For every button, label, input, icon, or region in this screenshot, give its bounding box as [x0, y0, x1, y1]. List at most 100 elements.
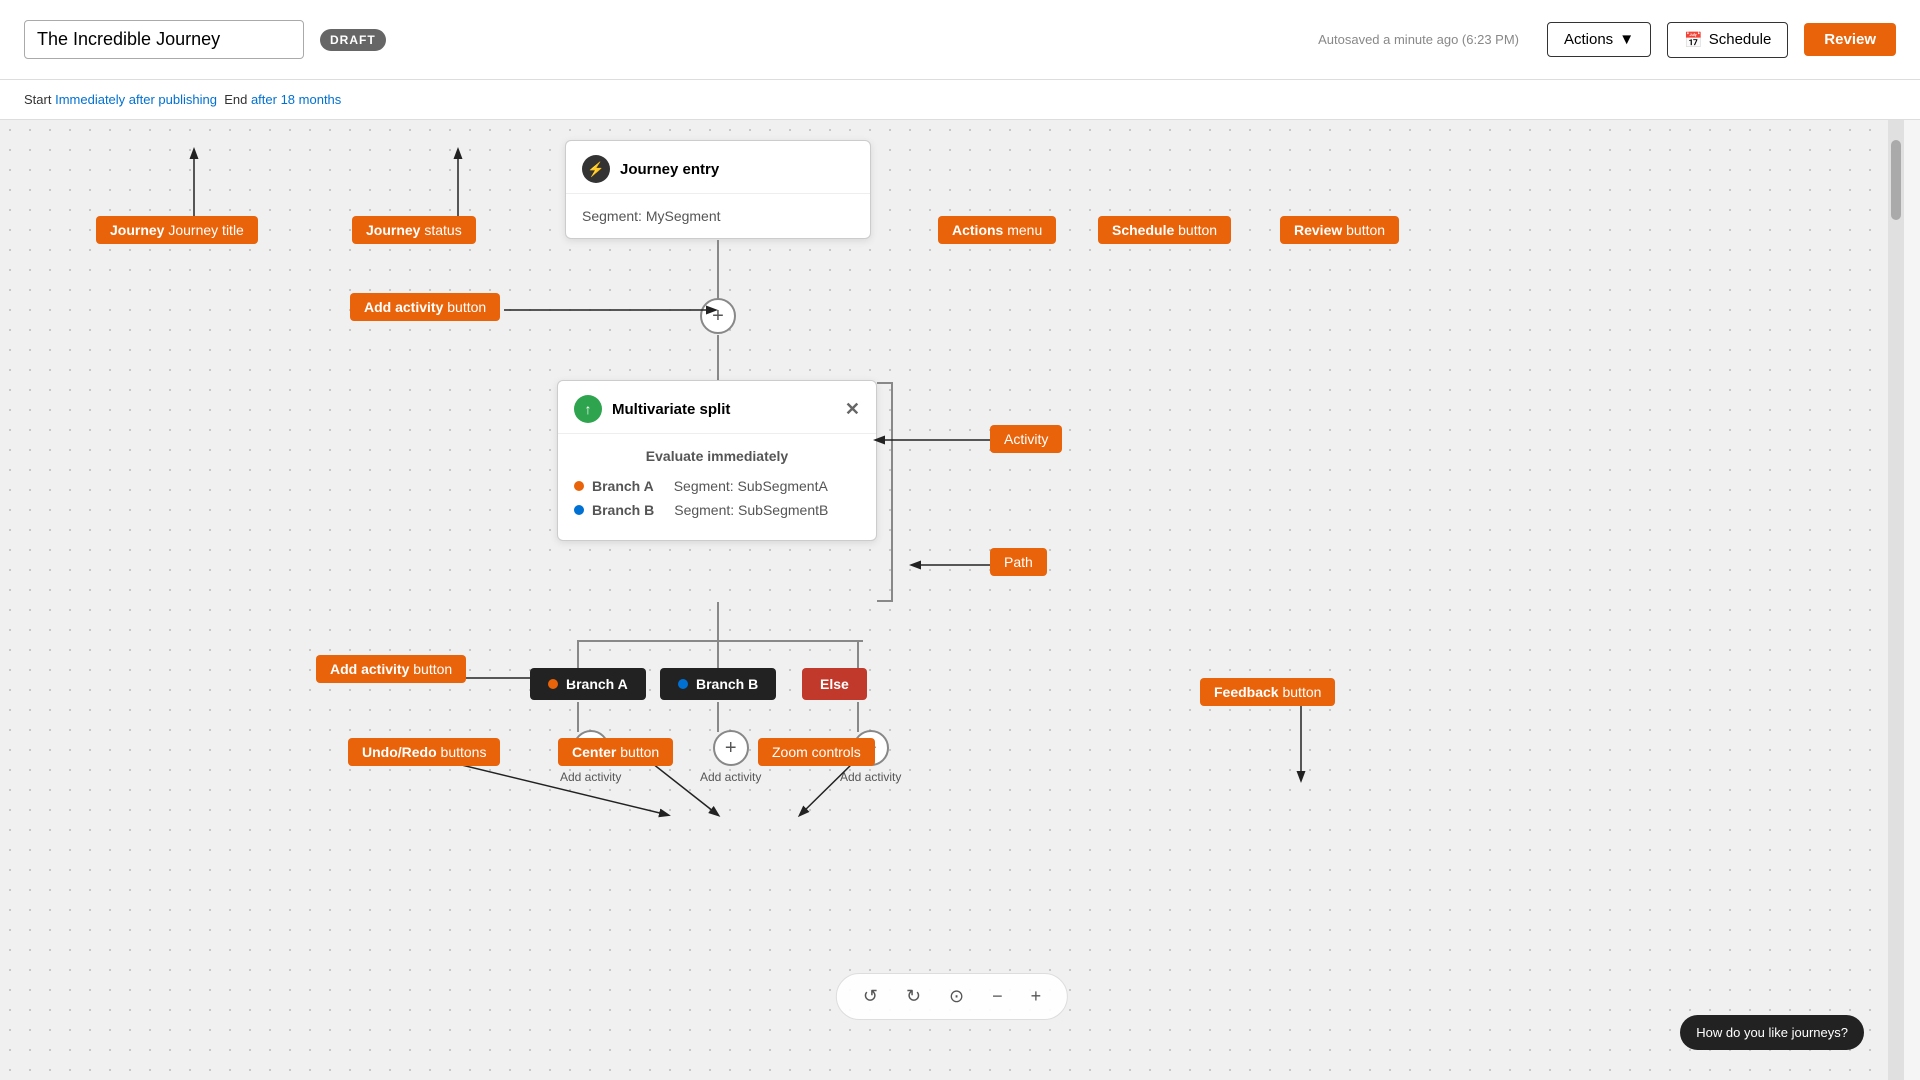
journey-entry-segment: Segment: MySegment [582, 208, 721, 224]
branch-a-tag-label: Branch A [566, 676, 628, 692]
schedule-label: Schedule [1709, 31, 1772, 48]
aa-top-text: button [447, 299, 486, 315]
connector-v-b [717, 640, 719, 670]
aa-bot-text: button [413, 661, 452, 677]
card-header: ⚡ Journey entry [566, 141, 870, 194]
multivariate-card: ↑ Multivariate split ✕ Evaluate immediat… [557, 380, 877, 541]
split-icon: ↑ [585, 401, 592, 417]
evaluate-label: Evaluate immediately [574, 448, 860, 464]
scrollbar[interactable] [1888, 120, 1904, 1080]
add-label-b: Add activity [700, 770, 761, 784]
aa-bot-bold: Add activity [330, 661, 409, 677]
branch-a-dot [574, 481, 584, 491]
feedback-tooltip[interactable]: How do you like journeys? [1680, 1015, 1864, 1050]
add-circle-top[interactable]: + [700, 298, 736, 334]
zoom-annotation: Zoom controls [758, 738, 875, 766]
end-link[interactable]: after 18 months [251, 92, 341, 107]
schedule-button[interactable]: 📅 Schedule [1667, 22, 1788, 58]
journey-title-annotation: Journey Journey title [96, 216, 258, 244]
connector-v-else [857, 640, 859, 670]
multivariate-header: ↑ Multivariate split ✕ [558, 381, 876, 434]
redo-button[interactable]: ↻ [900, 982, 927, 1011]
add-activity-top-btn[interactable]: + [700, 298, 736, 334]
am-bold: Actions [952, 222, 1003, 238]
zoom-in-button[interactable]: + [1025, 982, 1048, 1011]
journey-status-annotation: Journey status [352, 216, 476, 244]
connector-h [577, 640, 863, 642]
connector-split [717, 602, 719, 642]
branch-b-segment: Segment: SubSegmentB [674, 502, 828, 518]
close-icon[interactable]: ✕ [845, 399, 860, 420]
branch-b-tag[interactable]: Branch B [660, 668, 776, 700]
center-button[interactable]: ⊙ [943, 982, 970, 1011]
add-label-a: Add activity [560, 770, 621, 784]
sb-text: button [1178, 222, 1217, 238]
aa-top-bold: Add activity [364, 299, 443, 315]
draft-badge: DRAFT [320, 29, 386, 51]
calendar-icon: 📅 [1684, 31, 1703, 49]
add-activity-bottom-annotation: Add activity button [316, 655, 466, 683]
branch-b-dot [574, 505, 584, 515]
js-text: status [424, 222, 461, 238]
journey-entry-icon: ⚡ [582, 155, 610, 183]
activity-annotation: Activity [990, 425, 1062, 453]
else-tag[interactable]: Else [802, 668, 867, 700]
canvas-toolbar: ↺ ↻ ⊙ − + [836, 973, 1068, 1020]
center-btn-annotation: Center button [558, 738, 673, 766]
fb-bold: Feedback [1214, 684, 1279, 700]
else-label: Else [820, 676, 849, 692]
canvas: ⚡ Journey entry Segment: MySegment + ↑ M… [0, 120, 1904, 1080]
zoom-text: Zoom controls [772, 744, 861, 760]
add-circle-b[interactable]: + [713, 730, 749, 766]
fb-text: button [1282, 684, 1321, 700]
start-label: Start [24, 92, 51, 107]
cb-bold: Center [572, 744, 616, 760]
actions-chevron-icon: ▼ [1619, 31, 1634, 48]
cv-a2 [577, 702, 579, 732]
journey-entry-title: Journey entry [620, 161, 719, 178]
branch-a-tag[interactable]: Branch A [530, 668, 646, 700]
jt-bold: Journey [110, 222, 164, 238]
review-label: Review [1824, 31, 1876, 48]
branch-a-row: Branch A Segment: SubSegmentA [574, 478, 860, 494]
cv-b2 [717, 702, 719, 732]
connector-entry [717, 240, 719, 300]
arrows-overlay [0, 120, 1904, 1080]
cv-e2 [857, 702, 859, 732]
multivariate-icon: ↑ [574, 395, 602, 423]
path-annotation: Path [990, 548, 1047, 576]
branch-a-label: Branch A [592, 478, 654, 494]
multivariate-body: Evaluate immediately Branch A Segment: S… [558, 434, 876, 540]
branch-a-tag-dot [548, 679, 558, 689]
scrollbar-thumb[interactable] [1891, 140, 1901, 220]
undo-button[interactable]: ↺ [857, 982, 884, 1011]
review-button[interactable]: Review [1804, 23, 1896, 56]
branch-b-label: Branch B [592, 502, 654, 518]
cb-text: button [620, 744, 659, 760]
sb-bold: Schedule [1112, 222, 1174, 238]
am-text: menu [1007, 222, 1042, 238]
connector-v-a [577, 640, 579, 670]
undo-redo-annotation: Undo/Redo buttons [348, 738, 500, 766]
header: DRAFT Autosaved a minute ago (6:23 PM) A… [0, 0, 1920, 80]
bolt-icon: ⚡ [587, 161, 604, 178]
branch-a-segment: Segment: SubSegmentA [674, 478, 828, 494]
jt-text: Journey title [168, 222, 243, 238]
journey-entry-body: Segment: MySegment [566, 194, 870, 238]
zoom-out-button[interactable]: − [986, 982, 1009, 1011]
activity-bracket [877, 382, 893, 602]
branch-b-row: Branch B Segment: SubSegmentB [574, 502, 860, 518]
add-activity-top-annotation: Add activity button [350, 293, 500, 321]
actions-label: Actions [1564, 31, 1613, 48]
feedback-btn-annotation: Feedback button [1200, 678, 1335, 706]
actions-button[interactable]: Actions ▼ [1547, 22, 1651, 57]
journey-entry-card: ⚡ Journey entry Segment: MySegment [565, 140, 871, 239]
start-link[interactable]: Immediately after publishing [55, 92, 217, 107]
add-activity-branch-b[interactable]: + Add activity [700, 730, 761, 784]
journey-title-input[interactable] [24, 20, 304, 59]
multivariate-title: Multivariate split [612, 401, 730, 418]
connector-to-multi [717, 335, 719, 385]
add-label-else: Add activity [840, 770, 901, 784]
autosave-text: Autosaved a minute ago (6:23 PM) [1318, 32, 1519, 47]
schedule-btn-annotation: Schedule button [1098, 216, 1231, 244]
